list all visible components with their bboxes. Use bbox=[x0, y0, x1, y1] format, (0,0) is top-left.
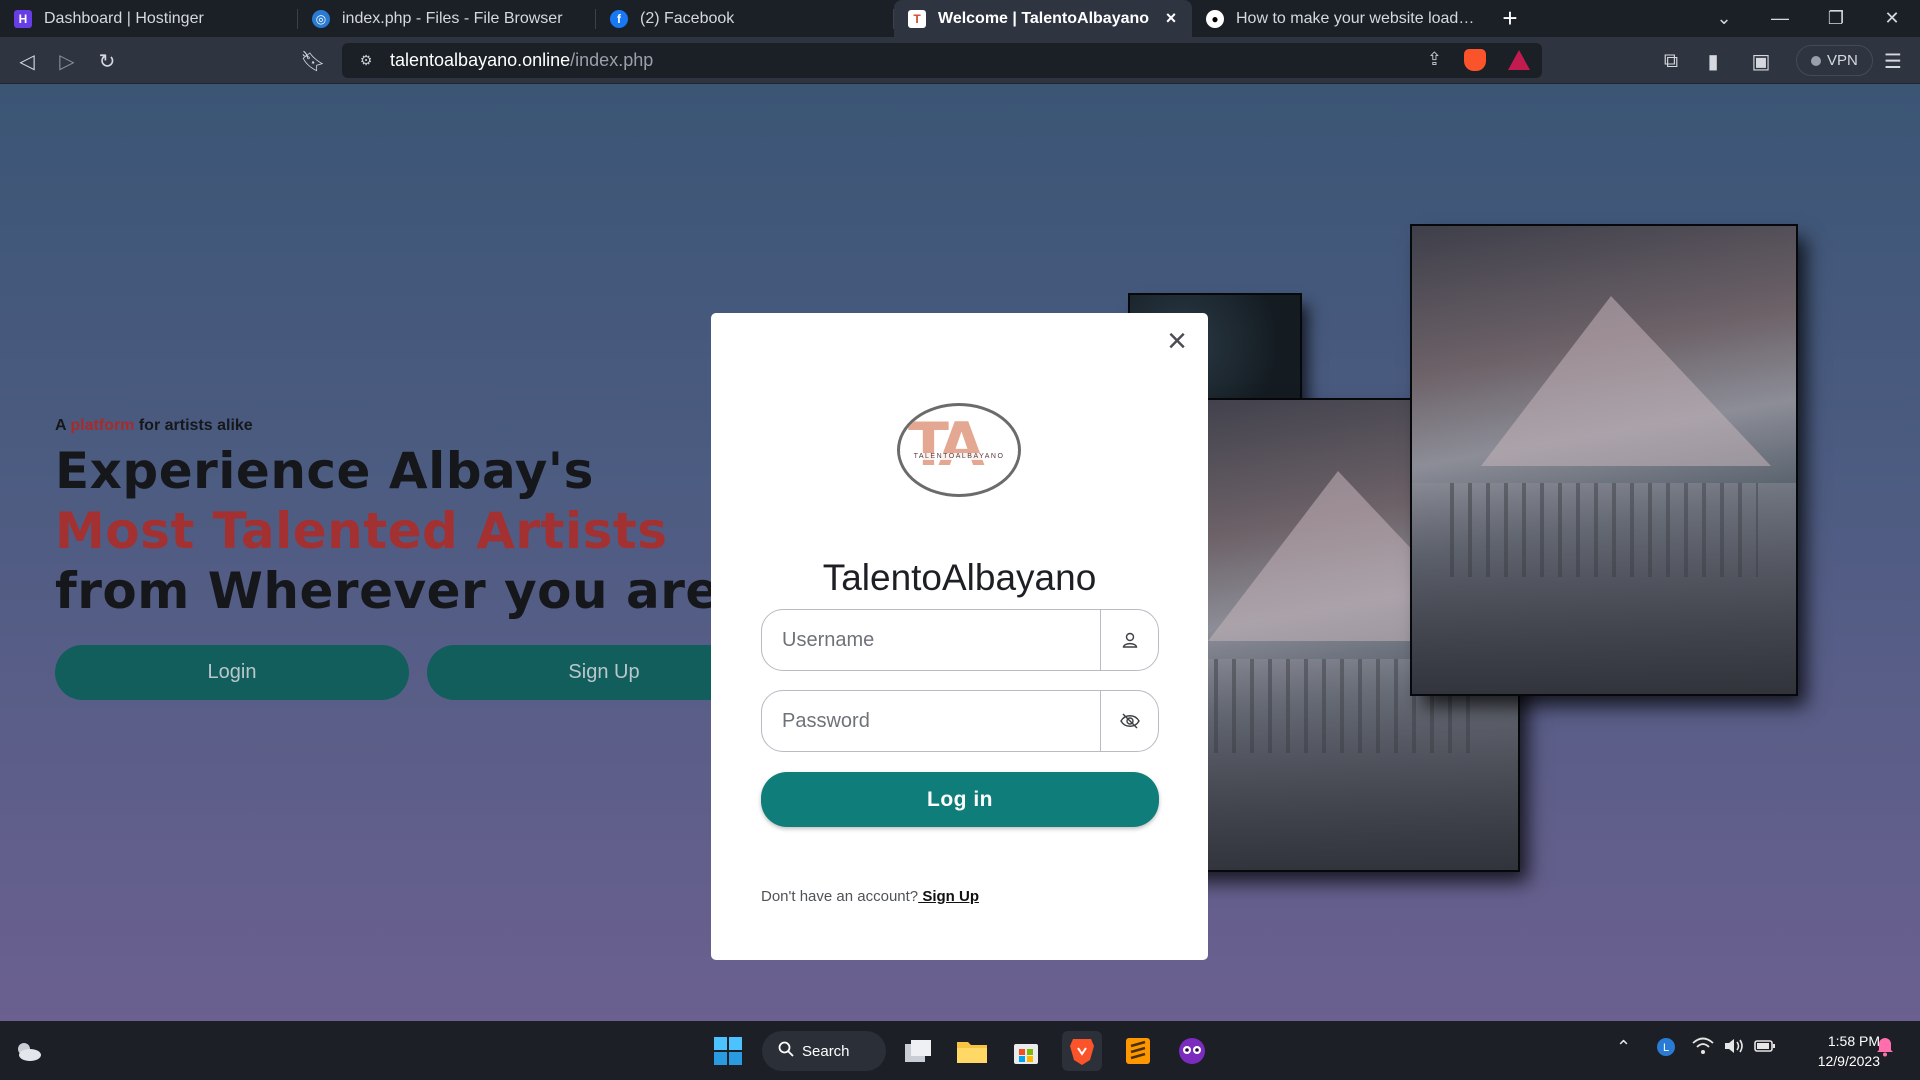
hero: A platform for artists alike Experience … bbox=[55, 417, 735, 621]
tab-talentoalbayano[interactable]: T Welcome | TalentoAlbayano × bbox=[894, 0, 1192, 37]
signup-link[interactable]: Sign Up bbox=[918, 888, 979, 905]
close-window-icon[interactable]: ✕ bbox=[1864, 0, 1920, 37]
username-field[interactable]: Username bbox=[761, 609, 1159, 671]
tab-search-chevron-icon[interactable]: ⌄ bbox=[1696, 0, 1752, 37]
url-path: /index.php bbox=[570, 50, 654, 70]
battery-icon[interactable] bbox=[1754, 1037, 1776, 1059]
sidebar-icon[interactable]: ▮ bbox=[1698, 46, 1728, 76]
file-explorer-icon[interactable] bbox=[952, 1031, 992, 1071]
system-clock[interactable]: 1:58 PM 12/9/2023 bbox=[1784, 1031, 1880, 1071]
site-settings-icon[interactable]: ⚙ bbox=[356, 51, 376, 71]
clock-time: 1:58 PM bbox=[1827, 1033, 1880, 1049]
signup-prompt-text: Don't have an account? bbox=[761, 888, 919, 905]
taskbar-search[interactable]: Search bbox=[762, 1031, 886, 1071]
address-url[interactable]: talentoalbayano.online/index.php bbox=[390, 50, 653, 71]
url-domain: talentoalbayano.online bbox=[390, 50, 571, 70]
tab-title: How to make your website load faster bbox=[1236, 9, 1478, 27]
tab-strip: H Dashboard | Hostinger ◎ index.php - Fi… bbox=[0, 0, 1920, 37]
restore-icon[interactable]: ❐ bbox=[1808, 0, 1864, 37]
notification-bell-icon[interactable] bbox=[1876, 1035, 1894, 1061]
brave-shields-icon[interactable] bbox=[1464, 49, 1486, 71]
tab-hostinger[interactable]: H Dashboard | Hostinger bbox=[0, 0, 298, 37]
bookmark-icon[interactable]: 🔖︎ bbox=[298, 46, 328, 76]
facebook-icon: f bbox=[610, 9, 628, 28]
taskbar-search-label: Search bbox=[802, 1042, 850, 1060]
modal-title: TalentoAlbayano bbox=[822, 557, 1097, 598]
page-content: A platform for artists alike Experience … bbox=[0, 84, 1920, 1021]
tab-file-browser[interactable]: ◎ index.php - Files - File Browser bbox=[298, 0, 596, 37]
browser-toolbar: ◁ ▷ ↻ 🔖︎ ⚙ talentoalbayano.online/index.… bbox=[0, 37, 1920, 84]
tray-overflow-chevron-icon[interactable]: ⌃ bbox=[1616, 1037, 1631, 1058]
mountain-photo-front bbox=[1412, 226, 1796, 694]
password-field[interactable]: Password bbox=[761, 690, 1159, 752]
taskbar: Search ⌃ L 1:58 PM 12/9/2023 bbox=[0, 1021, 1920, 1080]
hero-buttons: Login Sign Up bbox=[55, 645, 781, 700]
sublime-text-icon[interactable] bbox=[1118, 1031, 1158, 1071]
login-modal: × TA TALENTOALBAYANO TalentoAlbayano Use… bbox=[711, 313, 1208, 960]
logo-wordmark: TALENTOALBAYANO bbox=[900, 453, 1018, 460]
back-icon[interactable]: ◁ bbox=[12, 46, 42, 76]
tab-title: (2) Facebook bbox=[640, 9, 735, 27]
window-controls: ⌄ — ❐ ✕ bbox=[1696, 0, 1920, 37]
talento-logo: TA TALENTOALBAYANO bbox=[897, 403, 1021, 497]
windows-start-icon[interactable] bbox=[708, 1031, 748, 1071]
tab-title: index.php - Files - File Browser bbox=[342, 9, 563, 27]
hero-tagline: A platform for artists alike bbox=[55, 417, 735, 435]
hostinger-icon: H bbox=[14, 9, 32, 28]
headline-line-1: Experience Albay's bbox=[55, 442, 594, 500]
logo-monogram: TA bbox=[908, 410, 985, 480]
close-modal-icon[interactable]: × bbox=[1162, 324, 1192, 358]
tray-app-icon[interactable]: L bbox=[1656, 1037, 1676, 1061]
close-tab-icon[interactable]: × bbox=[1162, 8, 1180, 29]
user-icon bbox=[1100, 610, 1158, 670]
tab-title: Welcome | TalentoAlbayano bbox=[938, 9, 1150, 27]
discord-like-app-icon[interactable] bbox=[1172, 1031, 1212, 1071]
tab-facebook[interactable]: f (2) Facebook bbox=[596, 0, 894, 37]
headline-line-2: Most Talented Artists bbox=[55, 502, 668, 560]
login-submit-button[interactable]: Log in bbox=[761, 772, 1159, 827]
medium-icon: ● bbox=[1206, 9, 1224, 28]
microsoft-store-icon[interactable] bbox=[1006, 1031, 1046, 1071]
hero-login-button[interactable]: Login bbox=[55, 645, 409, 700]
password-input[interactable]: Password bbox=[762, 710, 1100, 733]
snow-slope bbox=[1412, 483, 1796, 694]
username-input[interactable]: Username bbox=[762, 629, 1100, 652]
brave-browser-icon[interactable] bbox=[1062, 1031, 1102, 1071]
address-bar[interactable]: ⚙ talentoalbayano.online/index.php ⇪ bbox=[342, 43, 1542, 78]
clock-date: 12/9/2023 bbox=[1817, 1053, 1880, 1069]
tab-medium-article[interactable]: ● How to make your website load faster bbox=[1192, 0, 1490, 37]
wifi-icon[interactable] bbox=[1692, 1037, 1714, 1059]
tab-title: Dashboard | Hostinger bbox=[44, 9, 204, 27]
hero-headline: Experience Albay's Most Talented Artists… bbox=[55, 441, 735, 621]
volume-icon[interactable] bbox=[1724, 1037, 1746, 1059]
reload-icon[interactable]: ↻ bbox=[92, 46, 122, 76]
vpn-button[interactable]: VPN bbox=[1796, 45, 1873, 76]
svg-text:L: L bbox=[1663, 1042, 1669, 1054]
weather-icon[interactable] bbox=[8, 1031, 48, 1071]
vpn-status-icon bbox=[1811, 55, 1821, 66]
mountain-peak bbox=[1481, 296, 1772, 467]
minimize-icon[interactable]: — bbox=[1752, 0, 1808, 37]
signup-prompt: Don't have an account? Sign Up bbox=[761, 888, 979, 905]
tagline-prefix: A bbox=[55, 417, 71, 434]
talento-icon: T bbox=[908, 9, 926, 28]
extensions-icon[interactable]: ⧉ bbox=[1656, 46, 1686, 76]
share-icon[interactable]: ⇪ bbox=[1427, 49, 1442, 70]
brave-rewards-icon[interactable] bbox=[1508, 50, 1530, 70]
globe-icon: ◎ bbox=[312, 9, 330, 28]
tagline-accent: platform bbox=[70, 417, 135, 434]
eye-slash-icon[interactable] bbox=[1100, 691, 1158, 751]
forward-icon[interactable]: ▷ bbox=[52, 46, 82, 76]
tagline-suffix: for artists alike bbox=[134, 417, 253, 434]
menu-icon[interactable]: ☰ bbox=[1878, 46, 1908, 76]
task-view-icon[interactable] bbox=[898, 1031, 938, 1071]
vpn-label: VPN bbox=[1827, 52, 1858, 69]
wallet-icon[interactable]: ▣ bbox=[1746, 46, 1776, 76]
headline-line-3: from Wherever you are bbox=[55, 562, 720, 620]
search-icon bbox=[778, 1041, 794, 1061]
new-tab-button[interactable]: + bbox=[1490, 0, 1530, 37]
